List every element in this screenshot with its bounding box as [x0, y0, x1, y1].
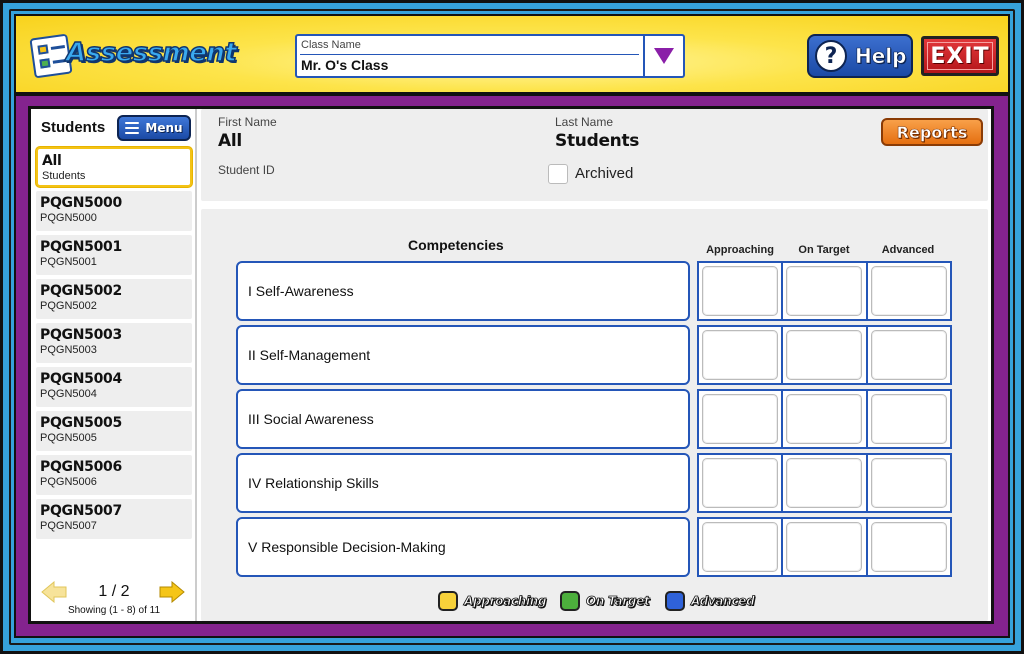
chevron-down-icon: [654, 48, 674, 64]
class-name-select[interactable]: Class Name Mr. O's Class: [295, 34, 685, 78]
student-item[interactable]: PQGN5003 PQGN5003: [36, 323, 192, 363]
legend-swatch-approaching: [438, 591, 458, 611]
col-approaching: Approaching: [706, 244, 774, 256]
competencies-title: Competencies: [408, 237, 504, 253]
rating-cell[interactable]: [870, 458, 947, 508]
menu-button[interactable]: Menu: [117, 115, 191, 141]
competencies-panel: Competencies Approaching On Target Advan…: [201, 209, 988, 621]
rating-cell[interactable]: [702, 458, 779, 508]
rating-row: [697, 325, 952, 385]
arrow-right-icon[interactable]: [159, 581, 185, 603]
question-icon: ?: [815, 40, 847, 72]
rating-cell[interactable]: [786, 266, 863, 316]
legend-swatch-on-target: [560, 591, 580, 611]
last-name-value: Students: [555, 131, 640, 151]
exit-button[interactable]: EXIT: [921, 36, 999, 76]
student-item[interactable]: PQGN5005 PQGN5005: [36, 411, 192, 451]
competency-row[interactable]: V Responsible Decision-Making: [236, 517, 690, 577]
student-item[interactable]: PQGN5000 PQGN5000: [36, 191, 192, 231]
rating-cell[interactable]: [870, 522, 947, 572]
rating-row: [697, 389, 952, 449]
class-name-label: Class Name: [301, 39, 361, 51]
rating-cell[interactable]: [702, 522, 779, 572]
legend-on-target: On Target: [560, 591, 650, 611]
competency-row[interactable]: III Social Awareness: [236, 389, 690, 449]
header-bar: Assessment Class Name Mr. O's Class ? He…: [14, 14, 1010, 94]
help-button[interactable]: ? Help: [807, 34, 913, 78]
student-info-panel: First Name All Last Name Students Studen…: [201, 109, 988, 201]
competency-row[interactable]: IV Relationship Skills: [236, 453, 690, 513]
competency-row[interactable]: I Self-Awareness: [236, 261, 690, 321]
student-id-label: Student ID: [218, 163, 275, 177]
rating-cell[interactable]: [702, 394, 779, 444]
rating-cell[interactable]: [786, 330, 863, 380]
student-item-all[interactable]: All Students: [36, 147, 192, 187]
legend-swatch-advanced: [665, 591, 685, 611]
showing-count: Showing (1 - 8) of 11: [67, 605, 161, 616]
rating-cell[interactable]: [870, 394, 947, 444]
rating-cell[interactable]: [786, 394, 863, 444]
menu-label: Menu: [145, 121, 183, 135]
class-dropdown-button[interactable]: [643, 36, 683, 76]
last-name-label: Last Name: [555, 115, 614, 129]
rating-row: [697, 517, 952, 577]
rating-cell[interactable]: [870, 330, 947, 380]
student-item[interactable]: PQGN5004 PQGN5004: [36, 367, 192, 407]
app-title: Assessment: [65, 37, 237, 69]
rating-cell[interactable]: [870, 266, 947, 316]
rating-row: [697, 453, 952, 513]
reports-button[interactable]: Reports: [881, 118, 983, 146]
hamburger-icon: [125, 122, 140, 134]
archived-label: Archived: [575, 165, 634, 182]
app-logo: Assessment: [29, 33, 238, 84]
rating-cell[interactable]: [702, 266, 779, 316]
legend-advanced: Advanced: [665, 591, 755, 611]
sidebar-title: Students: [41, 119, 106, 136]
rating-cell[interactable]: [786, 458, 863, 508]
archived-checkbox[interactable]: [548, 164, 568, 184]
legend-approaching: Approaching: [438, 591, 547, 611]
first-name-value: All: [218, 131, 242, 151]
col-on-target: On Target: [798, 244, 850, 256]
student-item[interactable]: PQGN5006 PQGN5006: [36, 455, 192, 495]
first-name-label: First Name: [218, 115, 277, 129]
students-sidebar: Students Menu All Students PQGN5000 PQGN…: [31, 109, 197, 621]
student-item[interactable]: PQGN5002 PQGN5002: [36, 279, 192, 319]
rating-cell[interactable]: [702, 330, 779, 380]
student-item[interactable]: PQGN5007 PQGN5007: [36, 499, 192, 539]
reports-label: Reports: [896, 122, 968, 142]
pager: 1 / 2 Showing (1 - 8) of 11: [31, 571, 197, 621]
student-item[interactable]: PQGN5001 PQGN5001: [36, 235, 192, 275]
student-list: All Students PQGN5000 PQGN5000 PQGN5001 …: [36, 147, 192, 543]
help-label: Help: [855, 44, 907, 69]
competency-row[interactable]: II Self-Management: [236, 325, 690, 385]
col-advanced: Advanced: [881, 244, 935, 256]
rating-cell[interactable]: [786, 522, 863, 572]
class-name-value: Mr. O's Class: [301, 57, 389, 73]
rating-row: [697, 261, 952, 321]
